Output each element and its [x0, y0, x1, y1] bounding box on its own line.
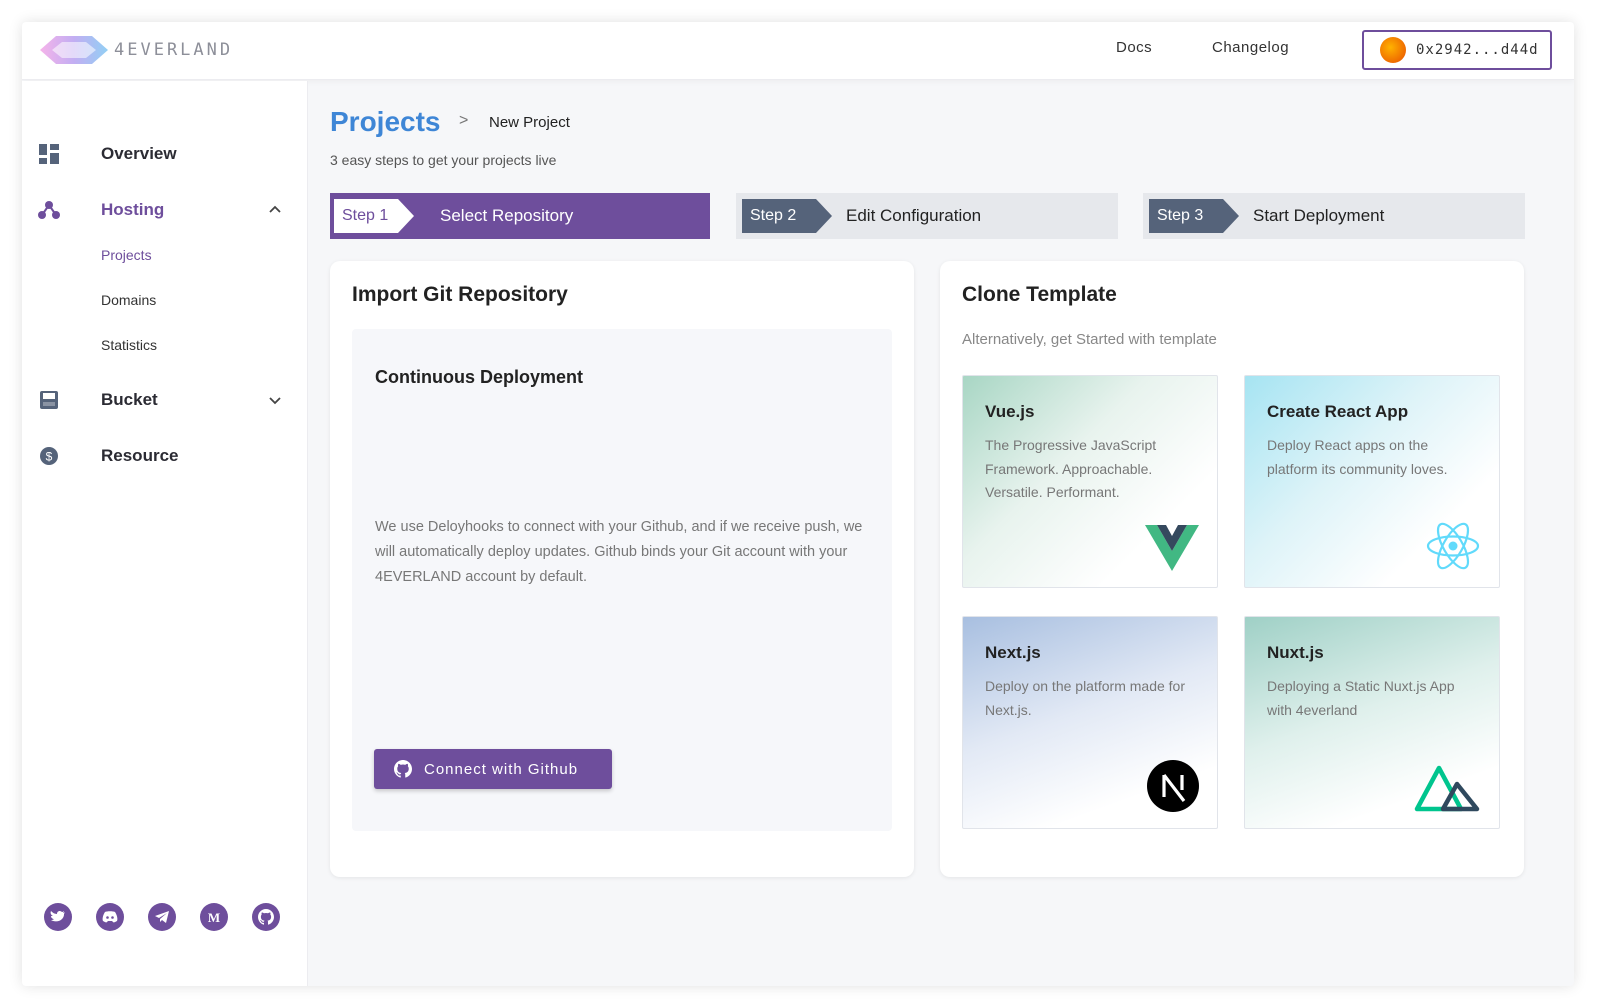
step-3-label: Start Deployment: [1253, 206, 1385, 225]
clone-panel-title: Clone Template: [962, 283, 1117, 306]
clone-panel-subtitle: Alternatively, get Started with template: [962, 331, 1217, 348]
github-icon[interactable]: [252, 903, 280, 931]
import-panel-title: Import Git Repository: [352, 283, 568, 306]
template-card-vue[interactable]: Vue.js The Progressive JavaScript Framew…: [962, 375, 1218, 588]
sidebar-subitem-statistics[interactable]: Statistics: [101, 337, 157, 353]
sidebar-item-label: Bucket: [101, 390, 158, 409]
logo-text: 4EVERLAND: [114, 40, 234, 60]
step-3-tag: Step 3: [1149, 199, 1239, 233]
step-1-label: Select Repository: [440, 206, 574, 225]
step-3: Step 3 Start Deployment: [1143, 193, 1525, 239]
step-1: Step 1 Select Repository: [330, 193, 710, 239]
clone-template-panel: Clone Template Alternatively, get Starte…: [940, 261, 1524, 877]
page-subtitle: 3 easy steps to get your projects live: [330, 152, 557, 168]
wallet-button[interactable]: 0x2942...d44d: [1362, 30, 1552, 70]
brand-logo[interactable]: 4EVERLAND: [38, 30, 233, 70]
step-2: Step 2 Edit Configuration: [736, 193, 1118, 239]
step-2-label: Edit Configuration: [846, 206, 982, 225]
continuous-deployment-box: Continuous Deployment We use Deloyhooks …: [352, 329, 892, 831]
svg-text:$: $: [46, 450, 53, 464]
connect-github-button[interactable]: Connect with Github: [374, 749, 612, 789]
sidebar: Overview Hosting Projects Domains Statis…: [22, 81, 308, 986]
continuous-deployment-description: We use Deloyhooks to connect with your G…: [375, 519, 863, 585]
resource-icon: $: [38, 445, 60, 467]
sidebar-item-overview[interactable]: Overview: [22, 134, 308, 174]
react-logo-icon: [1426, 522, 1480, 570]
svg-text:M: M: [208, 910, 220, 924]
template-card-nuxtjs[interactable]: Nuxt.js Deploying a Static Nuxt.js App w…: [1244, 616, 1500, 829]
sidebar-subitem-domains[interactable]: Domains: [101, 292, 156, 308]
changelog-link[interactable]: Changelog: [1212, 39, 1289, 56]
wallet-avatar: [1380, 37, 1406, 63]
sidebar-subitem-projects[interactable]: Projects: [101, 247, 152, 263]
sidebar-item-bucket[interactable]: Bucket: [22, 380, 308, 420]
nextjs-logo-icon: [1147, 760, 1199, 812]
template-title: Vue.js: [985, 402, 1035, 421]
sidebar-item-label: Hosting: [101, 200, 165, 219]
chevron-up-icon[interactable]: [266, 201, 284, 219]
connect-github-label: Connect with Github: [424, 760, 579, 778]
medium-icon[interactable]: M: [200, 903, 228, 931]
template-card-react[interactable]: Create React App Deploy React apps on th…: [1244, 375, 1500, 588]
discord-icon[interactable]: [96, 903, 124, 931]
nuxt-logo-icon: [1414, 765, 1480, 812]
social-links: M: [44, 903, 280, 931]
telegram-icon[interactable]: [148, 903, 176, 931]
template-card-nextjs[interactable]: Next.js Deploy on the platform made for …: [962, 616, 1218, 829]
sidebar-item-resource[interactable]: $ Resource: [22, 436, 308, 476]
step-2-tag: Step 2: [742, 199, 832, 233]
template-title: Create React App: [1267, 402, 1409, 421]
bucket-icon: [38, 389, 60, 411]
hosting-icon: [38, 199, 60, 221]
top-header: 4EVERLAND Docs Changelog 0x2942...d44d: [22, 22, 1574, 80]
template-description: Deploying a Static Nuxt.js App with 4eve…: [1267, 678, 1455, 718]
chevron-down-icon[interactable]: [266, 391, 284, 409]
continuous-deployment-title: Continuous Deployment: [375, 367, 583, 387]
step-1-tag: Step 1: [334, 199, 414, 233]
template-title: Nuxt.js: [1267, 643, 1324, 662]
app-window: 4EVERLAND Docs Changelog 0x2942...d44d O…: [22, 22, 1574, 986]
logo-mark-icon: [40, 36, 108, 64]
template-description: Deploy on the platform made for Next.js.: [985, 678, 1185, 718]
sidebar-item-hosting[interactable]: Hosting: [22, 190, 308, 230]
import-git-panel: Import Git Repository Continuous Deploym…: [330, 261, 914, 877]
template-description: Deploy React apps on the platform its co…: [1267, 437, 1448, 477]
sidebar-item-label: Overview: [101, 144, 177, 163]
docs-link[interactable]: Docs: [1116, 39, 1152, 56]
dashboard-icon: [38, 143, 60, 165]
breadcrumb-separator: >: [459, 112, 469, 129]
twitter-icon[interactable]: [44, 903, 72, 931]
breadcrumb-current: New Project: [489, 114, 570, 131]
template-title: Next.js: [985, 643, 1041, 662]
vue-logo-icon: [1145, 525, 1199, 571]
sidebar-item-label: Resource: [101, 446, 179, 465]
github-icon: [394, 760, 412, 778]
wallet-address: 0x2942...d44d: [1416, 42, 1539, 58]
template-description: The Progressive JavaScript Framework. Ap…: [985, 437, 1157, 500]
breadcrumb-projects[interactable]: Projects: [330, 106, 441, 138]
